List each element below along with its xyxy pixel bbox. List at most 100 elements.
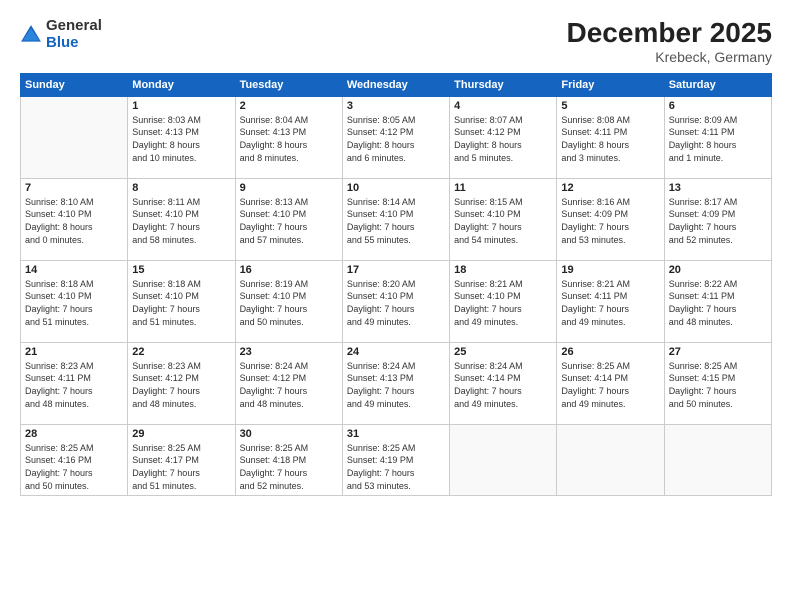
calendar-week-row: 21 Sunrise: 8:23 AM Sunset: 4:11 PM Dayli… xyxy=(21,342,772,424)
calendar-cell: 1 Sunrise: 8:03 AM Sunset: 4:13 PM Daylig… xyxy=(128,96,235,178)
day-info: Sunrise: 8:25 AM Sunset: 4:19 PM Dayligh… xyxy=(347,442,445,492)
day-number: 4 xyxy=(454,100,552,112)
calendar-cell: 14Sunrise: 8:18 AM Sunset: 4:10 PM Dayli… xyxy=(21,260,128,342)
header: General Blue December 2025 Krebeck, Germ… xyxy=(20,18,772,65)
day-number: 3 xyxy=(347,100,445,112)
day-number: 7 xyxy=(25,182,123,194)
logo-blue: Blue xyxy=(46,35,102,52)
calendar-cell: 7 Sunrise: 8:10 AM Sunset: 4:10 PM Daylig… xyxy=(21,178,128,260)
day-info: Sunrise: 8:17 AM Sunset: 4:09 PM Dayligh… xyxy=(669,196,767,246)
calendar-week-row: 14 Sunrise: 8:18 AM Sunset: 4:10 PM Dayli… xyxy=(21,260,772,342)
calendar-cell: 19Sunrise: 8:21 AM Sunset: 4:11 PM Dayli… xyxy=(557,260,664,342)
calendar-cell: 28 Sunrise: 8:25 AM Sunset: 4:16 PM Dayli… xyxy=(21,424,128,495)
day-number: 24 xyxy=(347,346,445,358)
calendar-cell xyxy=(450,424,557,495)
day-info: Sunrise: 8:25 AM Sunset: 4:18 PM Dayligh… xyxy=(240,442,338,492)
day-number: 19 xyxy=(561,264,659,276)
calendar-header-sunday: Sunday xyxy=(21,73,128,96)
day-number: 1 xyxy=(132,100,230,112)
day-info: Sunrise: 8:25 AM Sunset: 4:16 PM Dayligh… xyxy=(25,442,123,492)
calendar-cell: 31 Sunrise: 8:25 AM Sunset: 4:19 PM Dayli… xyxy=(342,424,449,495)
calendar-cell: 5Sunrise: 8:08 AM Sunset: 4:11 PM Daylig… xyxy=(557,96,664,178)
calendar-cell xyxy=(21,96,128,178)
day-number: 9 xyxy=(240,182,338,194)
day-number: 6 xyxy=(669,100,767,112)
day-number: 31 xyxy=(347,428,445,440)
day-info: Sunrise: 8:14 AM Sunset: 4:10 PM Dayligh… xyxy=(347,196,445,246)
calendar-header-friday: Friday xyxy=(557,73,664,96)
calendar-cell: 11Sunrise: 8:15 AM Sunset: 4:10 PM Dayli… xyxy=(450,178,557,260)
location: Krebeck, Germany xyxy=(567,49,772,65)
day-info: Sunrise: 8:24 AM Sunset: 4:14 PM Dayligh… xyxy=(454,360,552,410)
day-info: Sunrise: 8:23 AM Sunset: 4:12 PM Dayligh… xyxy=(132,360,230,410)
day-number: 5 xyxy=(561,100,659,112)
day-info: Sunrise: 8:18 AM Sunset: 4:10 PM Dayligh… xyxy=(132,278,230,328)
calendar-cell: 2Sunrise: 8:04 AM Sunset: 4:13 PM Daylig… xyxy=(235,96,342,178)
day-info: Sunrise: 8:10 AM Sunset: 4:10 PM Dayligh… xyxy=(25,196,123,246)
day-number: 26 xyxy=(561,346,659,358)
day-number: 13 xyxy=(669,182,767,194)
day-info: Sunrise: 8:20 AM Sunset: 4:10 PM Dayligh… xyxy=(347,278,445,328)
day-number: 29 xyxy=(132,428,230,440)
calendar-cell: 23Sunrise: 8:24 AM Sunset: 4:12 PM Dayli… xyxy=(235,342,342,424)
day-number: 12 xyxy=(561,182,659,194)
calendar-cell: 6 Sunrise: 8:09 AM Sunset: 4:11 PM Daylig… xyxy=(664,96,771,178)
calendar-cell: 22 Sunrise: 8:23 AM Sunset: 4:12 PM Dayli… xyxy=(128,342,235,424)
calendar-header-row: SundayMondayTuesdayWednesdayThursdayFrid… xyxy=(21,73,772,96)
day-number: 22 xyxy=(132,346,230,358)
day-info: Sunrise: 8:03 AM Sunset: 4:13 PM Dayligh… xyxy=(132,114,230,164)
day-number: 28 xyxy=(25,428,123,440)
calendar-cell: 21 Sunrise: 8:23 AM Sunset: 4:11 PM Dayli… xyxy=(21,342,128,424)
day-info: Sunrise: 8:23 AM Sunset: 4:11 PM Dayligh… xyxy=(25,360,123,410)
day-info: Sunrise: 8:09 AM Sunset: 4:11 PM Dayligh… xyxy=(669,114,767,164)
day-number: 15 xyxy=(132,264,230,276)
day-info: Sunrise: 8:07 AM Sunset: 4:12 PM Dayligh… xyxy=(454,114,552,164)
day-number: 23 xyxy=(240,346,338,358)
calendar-cell: 26Sunrise: 8:25 AM Sunset: 4:14 PM Dayli… xyxy=(557,342,664,424)
calendar-cell xyxy=(664,424,771,495)
day-number: 18 xyxy=(454,264,552,276)
day-info: Sunrise: 8:11 AM Sunset: 4:10 PM Dayligh… xyxy=(132,196,230,246)
calendar-cell: 29 Sunrise: 8:25 AM Sunset: 4:17 PM Dayli… xyxy=(128,424,235,495)
day-info: Sunrise: 8:19 AM Sunset: 4:10 PM Dayligh… xyxy=(240,278,338,328)
calendar-cell: 17 Sunrise: 8:20 AM Sunset: 4:10 PM Dayli… xyxy=(342,260,449,342)
day-number: 16 xyxy=(240,264,338,276)
day-info: Sunrise: 8:21 AM Sunset: 4:10 PM Dayligh… xyxy=(454,278,552,328)
month-title: December 2025 xyxy=(567,18,772,49)
calendar-cell: 9 Sunrise: 8:13 AM Sunset: 4:10 PM Daylig… xyxy=(235,178,342,260)
day-number: 8 xyxy=(132,182,230,194)
logo: General Blue xyxy=(20,18,102,51)
calendar-cell: 4 Sunrise: 8:07 AM Sunset: 4:12 PM Daylig… xyxy=(450,96,557,178)
calendar-cell: 27Sunrise: 8:25 AM Sunset: 4:15 PM Dayli… xyxy=(664,342,771,424)
page: General Blue December 2025 Krebeck, Germ… xyxy=(0,0,792,612)
day-info: Sunrise: 8:13 AM Sunset: 4:10 PM Dayligh… xyxy=(240,196,338,246)
day-number: 27 xyxy=(669,346,767,358)
calendar: SundayMondayTuesdayWednesdayThursdayFrid… xyxy=(20,73,772,496)
calendar-cell xyxy=(557,424,664,495)
day-number: 21 xyxy=(25,346,123,358)
calendar-cell: 3Sunrise: 8:05 AM Sunset: 4:12 PM Daylig… xyxy=(342,96,449,178)
day-info: Sunrise: 8:25 AM Sunset: 4:17 PM Dayligh… xyxy=(132,442,230,492)
calendar-cell: 25Sunrise: 8:24 AM Sunset: 4:14 PM Dayli… xyxy=(450,342,557,424)
calendar-header-tuesday: Tuesday xyxy=(235,73,342,96)
day-info: Sunrise: 8:22 AM Sunset: 4:11 PM Dayligh… xyxy=(669,278,767,328)
day-number: 17 xyxy=(347,264,445,276)
calendar-week-row: 1 Sunrise: 8:03 AM Sunset: 4:13 PM Daylig… xyxy=(21,96,772,178)
logo-text: General Blue xyxy=(46,18,102,51)
calendar-header-monday: Monday xyxy=(128,73,235,96)
day-number: 2 xyxy=(240,100,338,112)
calendar-cell: 30 Sunrise: 8:25 AM Sunset: 4:18 PM Dayli… xyxy=(235,424,342,495)
calendar-cell: 12Sunrise: 8:16 AM Sunset: 4:09 PM Dayli… xyxy=(557,178,664,260)
calendar-week-row: 7 Sunrise: 8:10 AM Sunset: 4:10 PM Daylig… xyxy=(21,178,772,260)
calendar-cell: 8 Sunrise: 8:11 AM Sunset: 4:10 PM Daylig… xyxy=(128,178,235,260)
day-number: 30 xyxy=(240,428,338,440)
day-number: 14 xyxy=(25,264,123,276)
logo-general: General xyxy=(46,18,102,35)
calendar-cell: 24 Sunrise: 8:24 AM Sunset: 4:13 PM Dayli… xyxy=(342,342,449,424)
day-number: 20 xyxy=(669,264,767,276)
calendar-header-wednesday: Wednesday xyxy=(342,73,449,96)
calendar-header-thursday: Thursday xyxy=(450,73,557,96)
day-number: 10 xyxy=(347,182,445,194)
calendar-cell: 18 Sunrise: 8:21 AM Sunset: 4:10 PM Dayli… xyxy=(450,260,557,342)
day-info: Sunrise: 8:24 AM Sunset: 4:13 PM Dayligh… xyxy=(347,360,445,410)
